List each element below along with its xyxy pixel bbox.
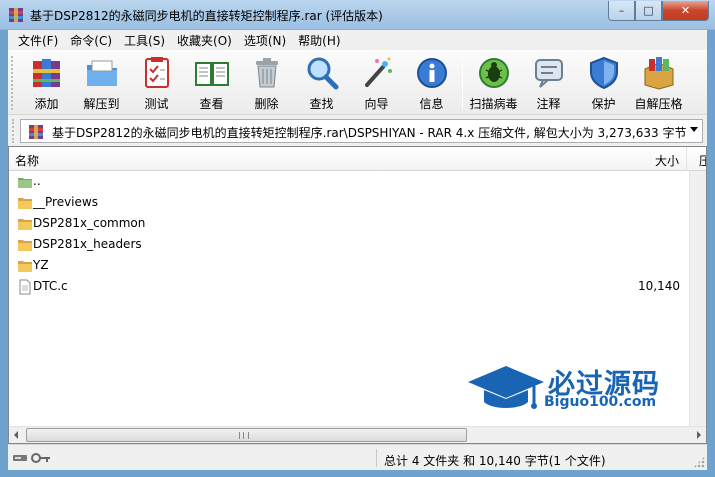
list-header: 名称 大小 压 [9, 147, 706, 171]
toolbar-separator [462, 57, 463, 109]
info-icon [416, 58, 447, 88]
scroll-left-arrow[interactable] [14, 431, 18, 439]
open-book-icon [194, 62, 229, 86]
resize-grip[interactable] [693, 456, 705, 468]
file-size: 10,140 [638, 279, 680, 293]
address-field[interactable]: 基于DSP2812的永磁同步电机的直接转矩控制程序.rar\DSPSHIYAN … [20, 119, 703, 143]
extract-label: 解压到 [83, 97, 120, 111]
view-label: 查看 [199, 97, 224, 111]
window-controls: – □ ✕ [608, 1, 709, 21]
virus-scan-label: 扫描病毒 [469, 97, 518, 111]
column-name-header[interactable]: 名称 [15, 152, 39, 169]
grip-icon [239, 432, 249, 439]
address-path: 基于DSP2812的永磁同步电机的直接转矩控制程序.rar\DSPSHIYAN … [52, 126, 687, 140]
watermark: 必过源码 Biguo100.com [466, 360, 676, 420]
protect-label: 保护 [591, 97, 616, 111]
winrar-icon [9, 8, 23, 22]
file-rows: .. __Previews DSP281x_common DSP281x_hea… [9, 171, 706, 297]
maximize-button[interactable]: □ [635, 1, 662, 21]
add-button[interactable]: 添加 [19, 51, 74, 115]
column-packed-header[interactable]: 压 [699, 152, 706, 169]
shield-icon [589, 56, 618, 90]
file-name: __Previews [33, 195, 98, 209]
magnifier-icon [307, 57, 338, 90]
column-size-header[interactable]: 大小 [655, 152, 679, 169]
scroll-right-arrow[interactable] [697, 431, 701, 439]
window-title: 基于DSP2812的永磁同步电机的直接转矩控制程序.rar (评估版本) [30, 9, 383, 23]
up-folder-icon [18, 178, 32, 188]
sfx-button[interactable]: 自解压格 [631, 51, 686, 115]
text-file-icon [19, 279, 31, 295]
test-label: 测试 [144, 97, 169, 111]
minimize-button[interactable]: – [608, 1, 635, 21]
title-bar: 基于DSP2812的永磁同步电机的直接转矩控制程序.rar (评估版本) – □… [0, 0, 715, 30]
find-label: 查找 [309, 97, 334, 111]
virus-scan-button[interactable]: 扫描病毒 [466, 51, 521, 115]
file-name: YZ [33, 258, 49, 272]
column-divider[interactable] [686, 147, 687, 171]
protect-button[interactable]: 保护 [576, 51, 631, 115]
comment-label: 注释 [536, 97, 561, 111]
info-label: 信息 [419, 97, 444, 111]
delete-label: 删除 [254, 97, 279, 111]
folder-icon [18, 261, 32, 272]
file-name: DSP281x_headers [33, 237, 142, 251]
comment-button[interactable]: 注释 [521, 51, 576, 115]
checklist-icon [144, 57, 169, 88]
wizard-button[interactable]: 向导 [349, 51, 404, 115]
extract-button[interactable]: 解压到 [74, 51, 129, 115]
chevron-down-icon[interactable] [690, 127, 698, 132]
status-bar: 总计 4 文件夹 和 10,140 字节(1 个文件) [8, 444, 707, 470]
menu-tools[interactable]: 工具(S) [118, 32, 171, 49]
add-label: 添加 [34, 97, 59, 111]
find-button[interactable]: 查找 [294, 51, 349, 115]
folder-icon [18, 219, 32, 230]
wizard-label: 向导 [364, 97, 389, 111]
menu-options[interactable]: 选项(N) [238, 32, 292, 49]
comment-icon [534, 59, 563, 88]
folder-extract-icon [86, 60, 117, 86]
list-item[interactable]: __Previews [9, 192, 706, 213]
info-button[interactable]: 信息 [404, 51, 459, 115]
view-button[interactable]: 查看 [184, 51, 239, 115]
magic-wand-icon [364, 57, 392, 87]
address-bar: 基于DSP2812的永磁同步电机的直接转矩控制程序.rar\DSPSHIYAN … [8, 114, 707, 146]
rar-archive-icon [29, 125, 43, 139]
menu-file[interactable]: 文件(F) [12, 32, 64, 49]
file-name: DSP281x_common [33, 216, 146, 230]
file-name: .. [33, 174, 41, 188]
bug-icon [478, 58, 509, 88]
list-item[interactable]: YZ [9, 255, 706, 276]
sfx-box-icon [644, 57, 673, 90]
watermark-url: Biguo100.com [544, 394, 657, 410]
scroll-thumb[interactable] [26, 428, 467, 442]
toolbar: 添加 解压到 测试 查看 删除 查找 向导 信息 扫描病毒 注释 保护 自解压格 [8, 50, 707, 114]
menu-bar: 文件(F) 命令(C) 工具(S) 收藏夹(O) 选项(N) 帮助(H) [8, 30, 707, 50]
delete-button[interactable]: 删除 [239, 51, 294, 115]
file-name: DTC.c [33, 279, 68, 293]
toolbar-grip[interactable] [11, 56, 19, 110]
menu-commands[interactable]: 命令(C) [64, 32, 118, 49]
close-button[interactable]: ✕ [662, 1, 709, 21]
folder-icon [18, 240, 32, 251]
graduation-cap-icon [468, 366, 544, 409]
status-divider [376, 449, 377, 467]
trash-icon [255, 58, 278, 88]
list-item[interactable]: DTC.c 10,140 [9, 276, 706, 297]
list-item[interactable]: .. [9, 171, 706, 192]
books-icon [32, 59, 60, 87]
drive-key-icon [13, 453, 50, 463]
menu-favorites[interactable]: 收藏夹(O) [171, 32, 238, 49]
horizontal-scrollbar[interactable] [9, 426, 706, 443]
list-item[interactable]: DSP281x_headers [9, 234, 706, 255]
vertical-scrollbar[interactable] [689, 171, 706, 427]
sfx-label: 自解压格 [634, 97, 683, 111]
list-item[interactable]: DSP281x_common [9, 213, 706, 234]
test-button[interactable]: 测试 [129, 51, 184, 115]
folder-icon [18, 198, 32, 209]
address-grip[interactable] [12, 119, 16, 143]
status-summary: 总计 4 文件夹 和 10,140 字节(1 个文件) [384, 454, 606, 468]
menu-help[interactable]: 帮助(H) [292, 32, 346, 49]
